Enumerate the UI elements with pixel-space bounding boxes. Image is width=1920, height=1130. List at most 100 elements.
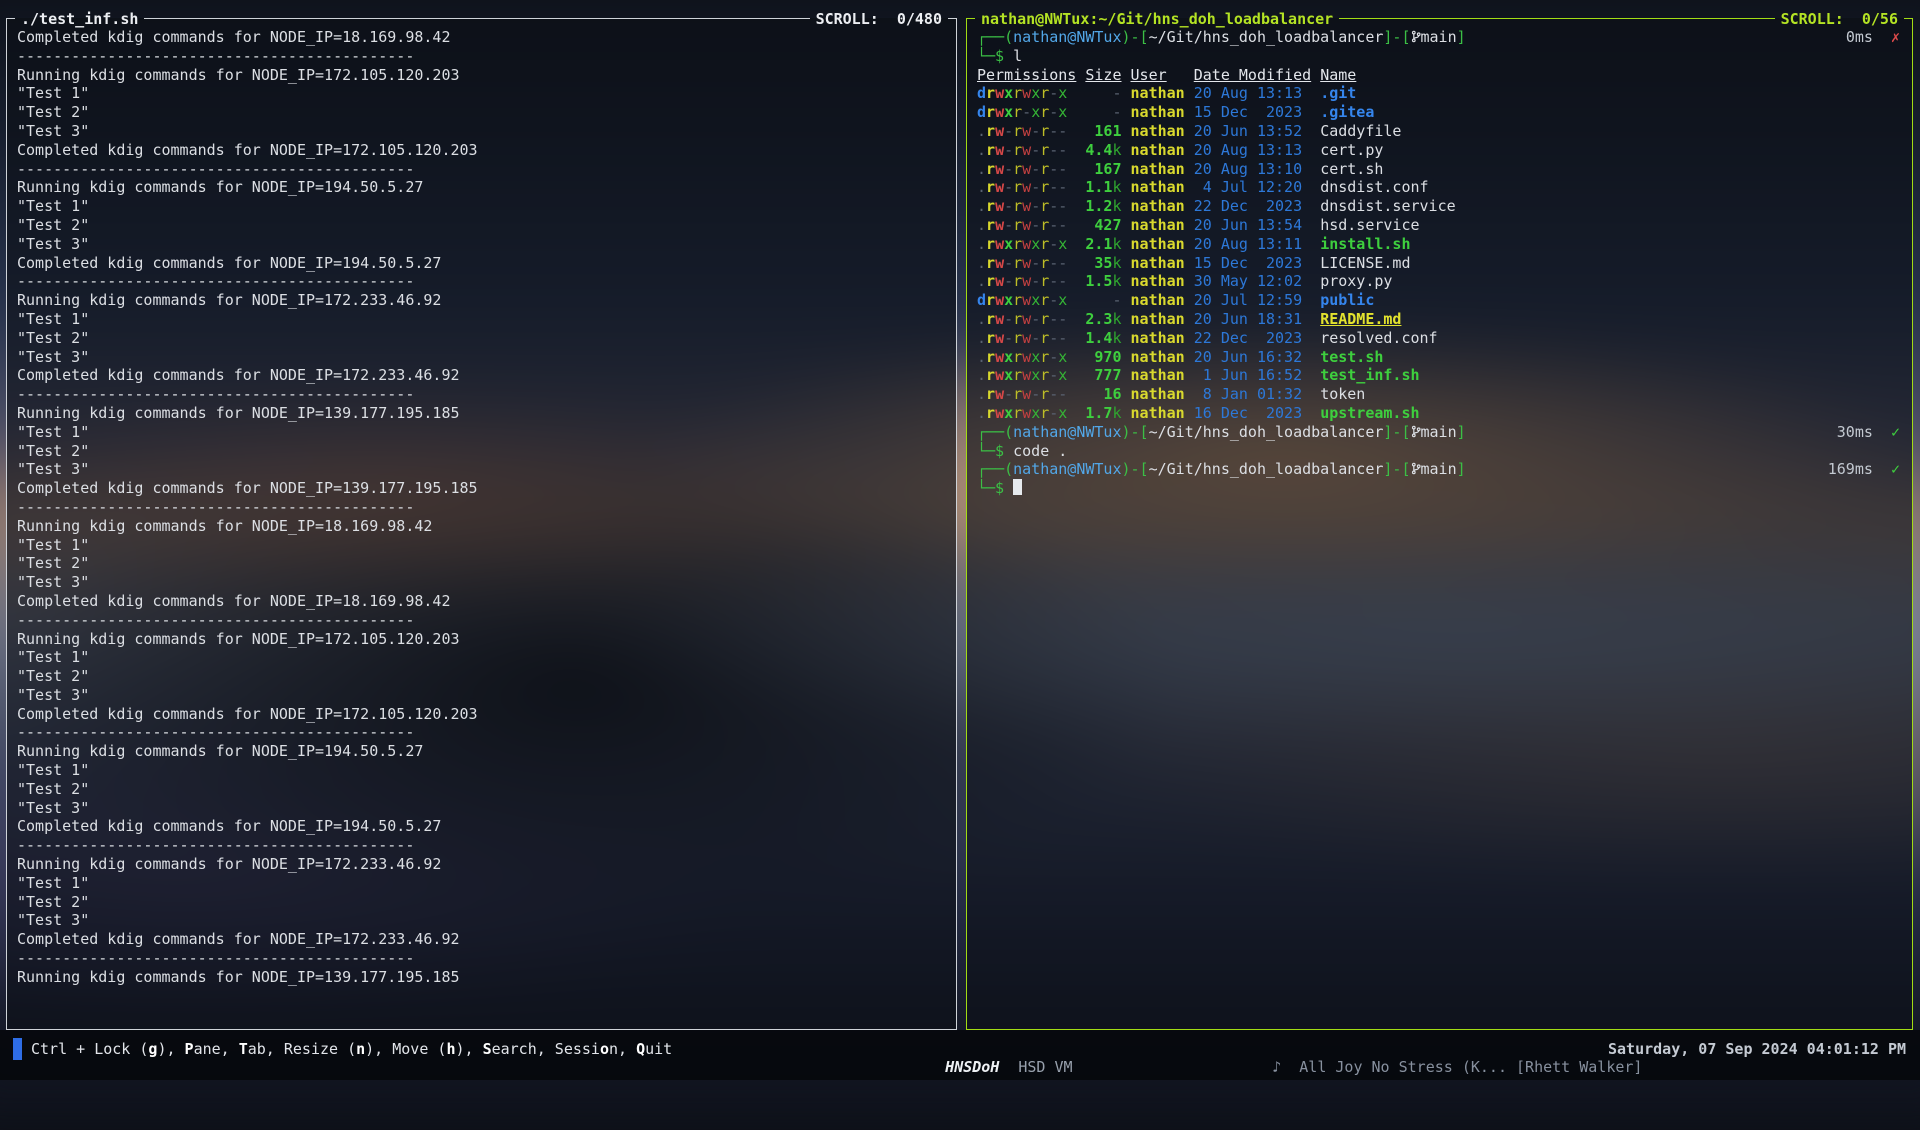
terminal-line: "Test 1" (17, 761, 948, 780)
terminal-line: ┌──(nathan@NWTux)-[~/Git/hns_doh_loadbal… (977, 460, 1904, 479)
file-row: .rw-rw-r-- 4.4k nathan 20 Aug 13:13 cert… (977, 141, 1904, 160)
terminal-line: "Test 3" (17, 122, 948, 141)
terminal-line: ----------------------------------------… (17, 160, 948, 179)
terminal-line: Completed kdig commands for NODE_IP=194.… (17, 817, 948, 836)
terminal-line: ----------------------------------------… (17, 611, 948, 630)
text-cursor (1013, 479, 1022, 495)
terminal-line: "Test 3" (17, 460, 948, 479)
file-row: .rwxrwxr-x 1.7k nathan 16 Dec 2023 upstr… (977, 404, 1904, 423)
terminal-output-left[interactable]: Completed kdig commands for NODE_IP=18.1… (17, 28, 948, 1021)
clock: Saturday, 07 Sep 2024 04:01:12 PM (1608, 1040, 1906, 1058)
terminal-line: Completed kdig commands for NODE_IP=194.… (17, 254, 948, 273)
terminal-line: "Test 1" (17, 536, 948, 555)
terminal-line: ┌──(nathan@NWTux)-[~/Git/hns_doh_loadbal… (977, 423, 1904, 442)
session-name: HNSDoH (945, 1058, 999, 1076)
terminal-line: "Test 1" (17, 874, 948, 893)
terminal-line: ┌──(nathan@NWTux)-[~/Git/hns_doh_loadbal… (977, 28, 1904, 47)
terminal-line: ----------------------------------------… (17, 723, 948, 742)
terminal-line: ----------------------------------------… (17, 949, 948, 968)
terminal-line: Running kdig commands for NODE_IP=172.10… (17, 66, 948, 85)
file-row: .rw-rw-r-- 167 nathan 20 Aug 13:10 cert.… (977, 160, 1904, 179)
terminal-line: "Test 3" (17, 235, 948, 254)
terminal-line: Running kdig commands for NODE_IP=172.10… (17, 630, 948, 649)
terminal-line: ----------------------------------------… (17, 498, 948, 517)
session-labels: HNSDoH HSD VM (891, 1040, 1073, 1094)
terminal-line: Completed kdig commands for NODE_IP=18.1… (17, 28, 948, 47)
terminal-line: Completed kdig commands for NODE_IP=172.… (17, 930, 948, 949)
border-segment (948, 18, 957, 19)
terminal-line: └─$ code . (977, 442, 1904, 461)
terminal-line: Running kdig commands for NODE_IP=172.23… (17, 291, 948, 310)
scroll-indicator-right: SCROLL: 0/56 (1775, 10, 1904, 28)
terminal-line: ----------------------------------------… (17, 385, 948, 404)
pane-titlebar-left: ./test_inf.sh SCROLL: 0/480 (6, 9, 957, 28)
terminal-line: "Test 1" (17, 84, 948, 103)
file-row: .rw-rw-r-- 2.3k nathan 20 Jun 18:31 READ… (977, 310, 1904, 329)
terminal-line: └─$ l (977, 47, 1904, 66)
file-row: .rw-rw-r-- 161 nathan 20 Jun 13:52 Caddy… (977, 122, 1904, 141)
status-bar: Ctrl + Lock (g), Pane, Tab, Resize (n), … (0, 1030, 1920, 1080)
border-segment (1339, 18, 1774, 19)
file-row: .rw-rw-r-- 1.4k nathan 22 Dec 2023 resol… (977, 329, 1904, 348)
border-segment (144, 18, 809, 19)
file-row: .rw-rw-r-- 1.1k nathan 4 Jul 12:20 dnsdi… (977, 178, 1904, 197)
terminal-line: "Test 3" (17, 348, 948, 367)
now-playing: ♪ All Joy No Stress (K... [Rhett Walker] (1218, 1040, 1642, 1094)
pane-title-right: nathan@NWTux:~/Git/hns_doh_loadbalancer (975, 10, 1339, 28)
music-note-icon: ♪ (1272, 1058, 1281, 1076)
terminal-line: ----------------------------------------… (17, 47, 948, 66)
scroll-indicator-left: SCROLL: 0/480 (810, 10, 948, 28)
terminal-line: Completed kdig commands for NODE_IP=172.… (17, 366, 948, 385)
file-row: .rwxrwxr-x 777 nathan 1 Jun 16:52 test_i… (977, 366, 1904, 385)
terminal-line: "Test 2" (17, 216, 948, 235)
terminal-line: ----------------------------------------… (17, 836, 948, 855)
pane-shell[interactable]: nathan@NWTux:~/Git/hns_doh_loadbalancer … (966, 9, 1913, 1030)
terminal-line: "Test 2" (17, 554, 948, 573)
terminal-line: Completed kdig commands for NODE_IP=18.1… (17, 592, 948, 611)
terminal-line: "Test 3" (17, 573, 948, 592)
terminal-line: "Test 1" (17, 423, 948, 442)
terminal-line: "Test 2" (17, 329, 948, 348)
file-row: .rwxrwxr-x 2.1k nathan 20 Aug 13:11 inst… (977, 235, 1904, 254)
terminal-line: Running kdig commands for NODE_IP=172.23… (17, 855, 948, 874)
now-playing-title: All Joy No Stress (K... [Rhett Walker] (1299, 1058, 1642, 1076)
keybinding-hints: Ctrl + Lock (g), Pane, Tab, Resize (n), … (31, 1040, 672, 1058)
terminal-line: "Test 3" (17, 686, 948, 705)
border-segment (1904, 18, 1913, 19)
git-branch-icon (1411, 423, 1421, 442)
terminal-line: Completed kdig commands for NODE_IP=172.… (17, 705, 948, 724)
border-segment (966, 18, 975, 19)
pane-test-script[interactable]: ./test_inf.sh SCROLL: 0/480 Completed kd… (6, 9, 957, 1030)
file-row: .rwxrwxr-x 970 nathan 20 Jun 16:32 test.… (977, 348, 1904, 367)
git-branch-icon (1411, 460, 1421, 479)
mode-indicator-block (13, 1038, 22, 1060)
terminal-line: "Test 1" (17, 310, 948, 329)
git-branch-icon (1411, 28, 1421, 47)
file-row: .rw-rw-r-- 1.2k nathan 22 Dec 2023 dnsdi… (977, 197, 1904, 216)
terminal-line: "Test 3" (17, 911, 948, 930)
terminal-line: Running kdig commands for NODE_IP=194.50… (17, 742, 948, 761)
terminal-line: "Test 2" (17, 780, 948, 799)
file-row: .rw-rw-r-- 1.5k nathan 30 May 12:02 prox… (977, 272, 1904, 291)
terminal-line: "Test 2" (17, 893, 948, 912)
pane-title-left: ./test_inf.sh (15, 10, 144, 28)
pane-titlebar-right: nathan@NWTux:~/Git/hns_doh_loadbalancer … (966, 9, 1913, 28)
terminal-output-right[interactable]: ┌──(nathan@NWTux)-[~/Git/hns_doh_loadbal… (977, 28, 1904, 1021)
terminal-line: Running kdig commands for NODE_IP=194.50… (17, 178, 948, 197)
terminal-line: "Test 2" (17, 442, 948, 461)
host-label: HSD VM (1018, 1058, 1072, 1076)
terminal-line: ----------------------------------------… (17, 272, 948, 291)
file-row: drwxrwxr-x - nathan 20 Aug 13:13 .git (977, 84, 1904, 103)
terminal-line: "Test 3" (17, 799, 948, 818)
file-row: .rw-rw-r-- 35k nathan 15 Dec 2023 LICENS… (977, 254, 1904, 273)
terminal-line: Running kdig commands for NODE_IP=139.17… (17, 968, 948, 987)
terminal-line: Completed kdig commands for NODE_IP=172.… (17, 141, 948, 160)
terminal-line: Running kdig commands for NODE_IP=139.17… (17, 404, 948, 423)
terminal-line: └─$ (977, 479, 1904, 498)
file-row: drwxrwxr-x - nathan 20 Jul 12:59 public (977, 291, 1904, 310)
border-segment (6, 18, 15, 19)
file-row: drwxr-xr-x - nathan 15 Dec 2023 .gitea (977, 103, 1904, 122)
terminal-line: Completed kdig commands for NODE_IP=139.… (17, 479, 948, 498)
file-row: .rw-rw-r-- 427 nathan 20 Jun 13:54 hsd.s… (977, 216, 1904, 235)
terminal-line: "Test 2" (17, 667, 948, 686)
